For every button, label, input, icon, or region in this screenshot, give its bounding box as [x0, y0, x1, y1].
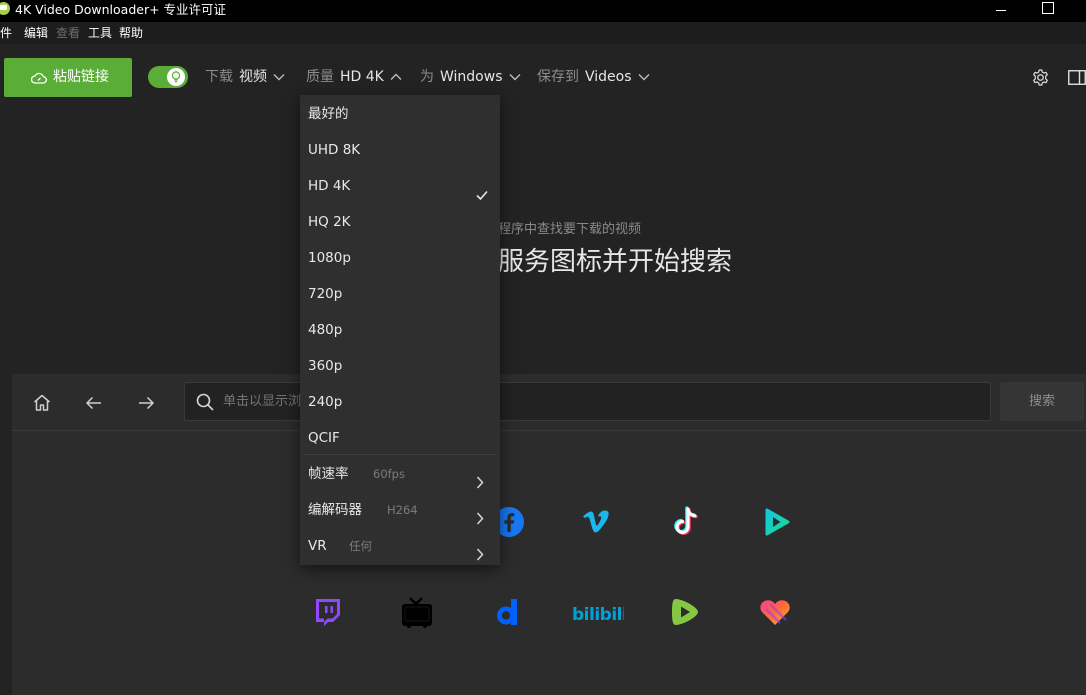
smart-mode-toggle[interactable]	[148, 66, 188, 88]
paste-link-button[interactable]: 粘贴链接	[4, 58, 132, 97]
menu-bar: 文件 编辑 查看 工具 帮助	[0, 22, 1086, 44]
lightbulb-icon	[171, 71, 181, 83]
submenu-label: 帧速率	[308, 466, 349, 482]
quality-option-720p[interactable]: 720p	[300, 276, 500, 312]
quality-option-qcif[interactable]: QCIF	[300, 420, 500, 456]
chevron-up-icon	[390, 66, 402, 88]
search-icon	[196, 393, 214, 411]
option-label: 480p	[308, 322, 343, 338]
app-logo-icon	[0, 2, 10, 15]
chevron-down-icon	[509, 66, 521, 88]
cloud-link-icon	[30, 70, 47, 84]
codec-submenu[interactable]: 编解码器 H264	[300, 492, 500, 528]
save-location-key: 保存到	[537, 69, 579, 85]
submenu-value: 60fps	[373, 467, 405, 481]
submenu-label: 编解码器	[308, 502, 362, 518]
browser-toolbar: 单击以显示浏 搜索	[12, 374, 1086, 431]
option-label: 1080p	[308, 250, 351, 266]
option-label: 240p	[308, 394, 343, 410]
platform-value: Windows	[440, 69, 503, 85]
download-type-selector[interactable]: 下载 视频	[205, 66, 285, 88]
menu-file[interactable]: 文件	[0, 22, 12, 44]
submenu-value: H264	[387, 503, 418, 517]
option-label: UHD 8K	[308, 142, 361, 158]
option-label: 720p	[308, 286, 343, 302]
option-label: 360p	[308, 358, 343, 374]
youtube-music-icon[interactable]	[759, 505, 793, 539]
side-panel-icon[interactable]	[1068, 70, 1086, 85]
home-icon[interactable]	[31, 392, 53, 414]
app-window: 4K Video Downloader+ 专业许可证 文件 编辑 查看 工具 帮…	[0, 0, 1086, 695]
quality-option-hq-2k[interactable]: HQ 2K	[300, 204, 500, 240]
paste-link-label: 粘贴链接	[53, 69, 109, 85]
quality-selector[interactable]: 质量 HD 4K	[306, 66, 402, 88]
search-button[interactable]: 搜索	[1000, 382, 1084, 421]
chevron-down-icon	[638, 66, 650, 88]
download-type-key: 下载	[205, 69, 233, 85]
likee-icon[interactable]	[758, 595, 792, 629]
menu-tools[interactable]: 工具	[88, 22, 112, 44]
chevron-right-icon	[476, 539, 484, 575]
quality-option-1080p[interactable]: 1080p	[300, 240, 500, 276]
option-label: HQ 2K	[308, 214, 351, 230]
submenu-value: 任何	[349, 539, 372, 553]
quality-key: 质量	[306, 69, 334, 85]
chevron-down-icon	[273, 66, 285, 88]
platform-selector[interactable]: 为 Windows	[420, 66, 521, 88]
option-label: 最好的	[308, 106, 349, 122]
search-placeholder: 单击以显示浏	[223, 394, 302, 409]
tiktok-icon[interactable]	[669, 505, 703, 539]
forward-arrow-icon[interactable]	[135, 392, 157, 414]
back-arrow-icon[interactable]	[83, 392, 105, 414]
quality-value: HD 4K	[340, 69, 384, 85]
dailymotion-icon[interactable]	[490, 595, 524, 629]
twitch-icon[interactable]	[310, 595, 344, 629]
quality-option-240p[interactable]: 240p	[300, 384, 500, 420]
title-bar: 4K Video Downloader+ 专业许可证	[0, 0, 1086, 22]
empty-state-title: 服务图标并开始搜索	[498, 247, 733, 277]
quality-dropdown-menu: 最好的 UHD 8K HD 4K HQ 2K 1080p 720p 480p 3…	[300, 95, 500, 565]
niconico-icon[interactable]	[400, 595, 434, 629]
option-label: QCIF	[308, 430, 340, 446]
svg-text:bilibili: bilibili	[572, 605, 624, 625]
save-location-selector[interactable]: 保存到 Videos	[537, 66, 650, 88]
quality-option-hd-4k[interactable]: HD 4K	[300, 168, 500, 204]
empty-state-hint: 程序中查找要下载的视频	[498, 222, 642, 237]
window-title: 4K Video Downloader+ 专业许可证	[15, 2, 227, 17]
platform-key: 为	[420, 69, 434, 85]
rumble-icon[interactable]	[668, 595, 702, 629]
menu-help[interactable]: 帮助	[119, 22, 143, 44]
quality-option-480p[interactable]: 480p	[300, 312, 500, 348]
submenu-label: VR	[308, 538, 327, 554]
menu-view[interactable]: 查看	[56, 22, 80, 44]
menu-edit[interactable]: 编辑	[24, 22, 48, 44]
bilibili-icon[interactable]: bilibili	[572, 596, 628, 630]
toolbar: 粘贴链接 下载 视频 质量 HD 4K 为 Windows 保存到 Videos	[0, 44, 1086, 110]
toggle-knob	[167, 68, 185, 86]
browser-panel: 单击以显示浏 搜索 bilibili	[12, 374, 1086, 695]
vr-submenu[interactable]: VR 任何	[300, 528, 500, 564]
menu-divider	[304, 454, 496, 455]
framerate-submenu[interactable]: 帧速率 60fps	[300, 456, 500, 492]
minimize-window-button[interactable]	[989, 0, 1013, 20]
option-label: HD 4K	[308, 178, 351, 194]
settings-gear-icon[interactable]	[1031, 68, 1050, 87]
maximize-window-button[interactable]	[1035, 0, 1059, 20]
quality-option-360p[interactable]: 360p	[300, 348, 500, 384]
vimeo-icon[interactable]	[580, 505, 614, 539]
quality-option-uhd-8k[interactable]: UHD 8K	[300, 132, 500, 168]
save-location-value: Videos	[585, 69, 632, 85]
quality-option-best[interactable]: 最好的	[300, 96, 500, 132]
download-type-value: 视频	[239, 69, 267, 85]
